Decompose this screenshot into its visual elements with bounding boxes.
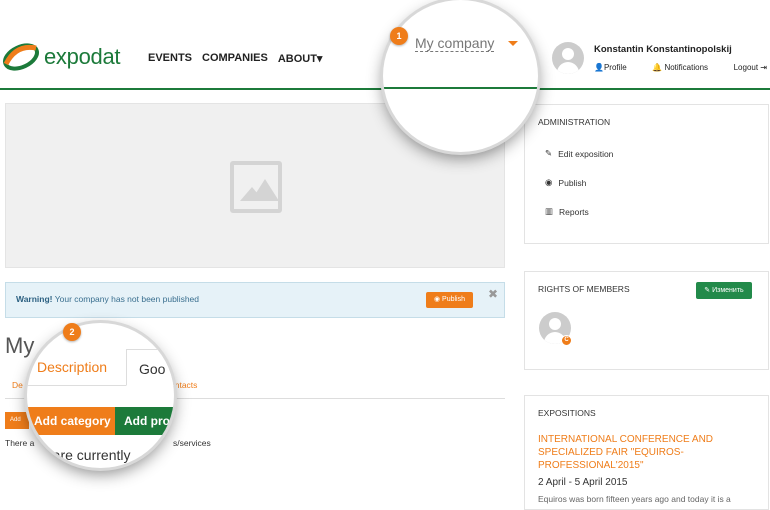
tab-contacts[interactable]: ontacts xyxy=(170,380,197,390)
publish-button[interactable]: ◉ Publish xyxy=(426,292,473,308)
member-badge: C xyxy=(561,335,572,346)
logout-link[interactable]: Logout ⇥ xyxy=(734,63,767,72)
edit-exposition-link[interactable]: ✎ Edit exposition xyxy=(545,148,613,159)
tab-goods-label: Goo xyxy=(139,361,166,377)
magnifier-company-menu: My company xyxy=(383,0,538,152)
publish-label: Publish xyxy=(442,296,466,303)
logout-icon: ⇥ xyxy=(760,63,767,72)
nav-events[interactable]: EVENTS xyxy=(148,52,192,65)
company-menu[interactable]: My company xyxy=(415,35,495,52)
publish-link[interactable]: ◉ Publish xyxy=(545,177,586,188)
reports-label: Reports xyxy=(559,206,589,217)
expodat-logo[interactable]: expodat xyxy=(2,42,121,72)
expositions-panel: EXPOSITIONS INTERNATIONAL CONFERENCE AND… xyxy=(524,395,769,510)
chevron-down-icon xyxy=(508,41,518,46)
eye-icon: ◉ xyxy=(433,296,443,303)
header-line-zoom xyxy=(383,87,538,89)
rights-panel: RIGHTS OF MEMBERS ✎ Изменить C xyxy=(524,271,769,370)
expositions-title: EXPOSITIONS xyxy=(538,408,596,418)
tab-description[interactable]: Description xyxy=(37,359,107,375)
empty-text: There a xyxy=(5,438,35,448)
publish-label: Publish xyxy=(558,177,587,188)
bar-chart-icon: ▥ xyxy=(545,206,554,216)
warning-text: Your company has not been published xyxy=(52,294,200,304)
add-product-button[interactable]: Add pro xyxy=(115,407,174,435)
change-label: Изменить xyxy=(712,287,744,294)
warning-alert: Warning! Your company has not been publi… xyxy=(5,282,505,318)
step-badge-1: 1 xyxy=(390,27,408,45)
user-name: Konstantin Konstantinopolskij xyxy=(594,44,732,55)
pencil-icon: ✎ xyxy=(704,287,713,294)
change-button[interactable]: ✎ Изменить xyxy=(696,282,752,299)
user-block: Konstantin Konstantinopolskij 👤Profile 🔔… xyxy=(552,42,767,76)
exposition-date: 2 April - 5 April 2015 xyxy=(538,477,628,488)
pencil-icon: ✎ xyxy=(545,148,553,158)
add-category-button[interactable]: Add category xyxy=(27,407,115,435)
logout-label: Logout xyxy=(733,63,759,72)
notifications-link[interactable]: 🔔 Notifications xyxy=(652,63,708,72)
close-icon[interactable]: ✖ xyxy=(488,287,498,301)
user-icon: 👤 xyxy=(594,63,604,72)
magnifier-tabs: Description Goo Add category Add pro e a… xyxy=(27,323,174,468)
add-small-button[interactable]: Add xyxy=(5,412,29,429)
tab-description-small[interactable]: De xyxy=(12,380,23,390)
profile-label: Profile xyxy=(603,63,627,72)
profile-link[interactable]: 👤Profile xyxy=(594,63,627,72)
bell-icon: 🔔 xyxy=(652,63,663,72)
reports-link[interactable]: ▥ Reports xyxy=(545,206,589,217)
step-badge-2: 2 xyxy=(63,323,81,341)
eye-icon: ◉ xyxy=(545,177,553,187)
main-nav: EVENTS COMPANIES ABOUT▾ xyxy=(148,52,322,65)
empty-text-tail: s/services xyxy=(173,438,211,448)
logo-text: expodat xyxy=(44,44,121,69)
tab-goods[interactable]: Goo xyxy=(126,349,174,386)
nav-companies[interactable]: COMPANIES xyxy=(202,52,268,65)
nav-about[interactable]: ABOUT▾ xyxy=(278,52,323,65)
avatar[interactable] xyxy=(552,42,584,74)
logo-icon xyxy=(3,43,39,71)
empty-text-zoom: e are currently xyxy=(41,447,131,463)
warning-strong: Warning! xyxy=(16,294,53,304)
admin-title: ADMINISTRATION xyxy=(538,117,611,127)
image-icon xyxy=(230,161,282,213)
page-title: My xyxy=(5,333,35,358)
edit-label: Edit exposition xyxy=(558,148,614,159)
exposition-link[interactable]: INTERNATIONAL CONFERENCE AND SPECIALIZED… xyxy=(538,433,738,472)
admin-panel: ADMINISTRATION ✎ Edit exposition ◉ Publish… xyxy=(524,104,769,244)
notifications-label: Notifications xyxy=(664,63,709,72)
